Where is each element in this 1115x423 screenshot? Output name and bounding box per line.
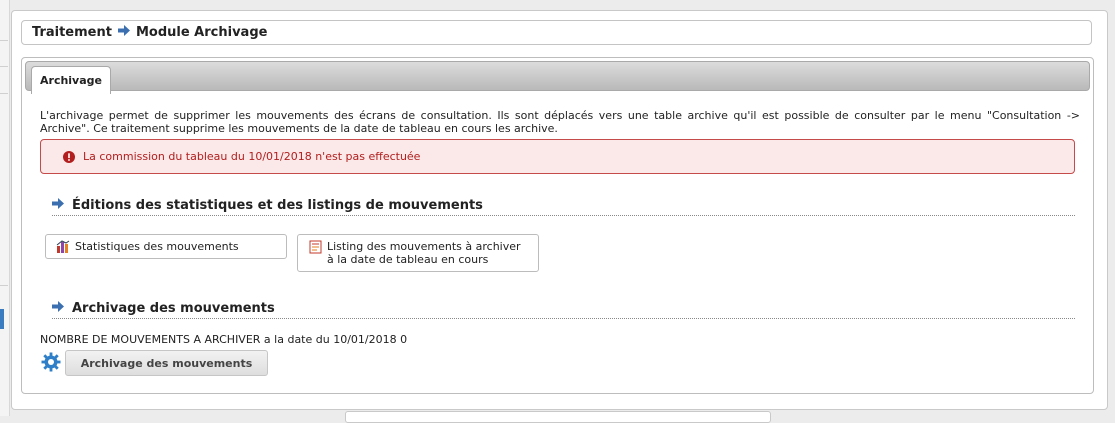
sidebar-divider (0, 285, 8, 286)
error-icon (63, 150, 75, 163)
arrow-right-icon (117, 25, 130, 40)
section-editions-title: Éditions des statistiques et des listing… (72, 197, 483, 213)
chart-icon (56, 240, 70, 254)
left-sidebar-strip (0, 0, 10, 416)
error-alert: La commission du tableau du 10/01/2018 n… (40, 139, 1075, 174)
section-archive-title: Archivage des mouvements (72, 300, 275, 316)
sidebar-divider (0, 40, 8, 41)
statistics-button-label: Statistiques des mouvements (75, 240, 239, 253)
breadcrumb: Traitement Module Archivage (21, 20, 1092, 45)
error-message: La commission du tableau du 10/01/2018 n… (83, 150, 421, 163)
sidebar-active-indicator (0, 309, 4, 329)
breadcrumb-root: Traitement (32, 25, 112, 40)
sidebar-divider (0, 93, 8, 94)
section-archive-header: Archivage des mouvements (52, 298, 1075, 319)
statistics-button[interactable]: Statistiques des mouvements (45, 234, 287, 259)
breadcrumb-current: Module Archivage (135, 25, 268, 40)
tabs-container: Archivage L'archivage permet de supprime… (21, 57, 1094, 394)
bottom-panel-edge (345, 411, 771, 423)
gear-icon (41, 352, 61, 372)
arrow-right-icon (52, 197, 64, 213)
section-editions-header: Éditions des statistiques et des listing… (52, 195, 1075, 216)
pdf-list-icon (309, 240, 323, 254)
archive-movements-button[interactable]: Archivage des mouvements (65, 350, 268, 376)
listing-button-label-line1: Listing des mouvements à archiver (327, 240, 521, 253)
sidebar-divider (0, 66, 8, 67)
arrow-right-icon (52, 300, 64, 316)
listing-button-label-line2: à la date de tableau en cours (327, 253, 489, 266)
archive-count-text: NOMBRE DE MOUVEMENTS A ARCHIVER a la dat… (40, 333, 408, 346)
listing-button[interactable]: Listing des mouvements à archiver à la d… (297, 234, 539, 272)
listing-button-label: Listing des mouvements à archiver à la d… (327, 240, 521, 266)
intro-text: L'archivage permet de supprimer les mouv… (40, 109, 1080, 135)
tab-archivage[interactable]: Archivage (31, 66, 111, 94)
tab-bar: Archivage (25, 61, 1090, 94)
